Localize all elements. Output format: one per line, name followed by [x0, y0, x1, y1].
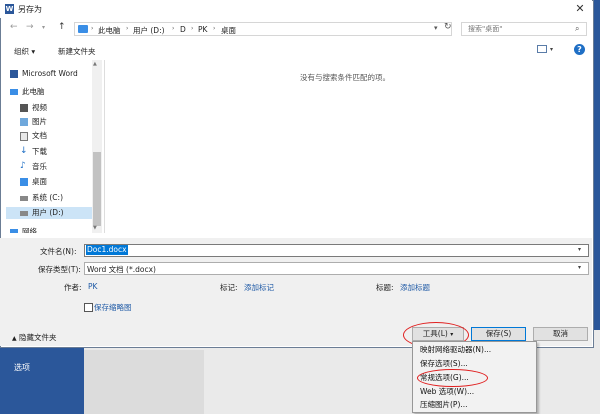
breadcrumb-item[interactable]: 此电脑 — [98, 25, 121, 36]
sidebar-item-drive-d[interactable]: 用户 (D:) — [6, 207, 92, 219]
filename-value[interactable]: Doc1.docx — [86, 245, 128, 255]
download-icon: ↓ — [20, 146, 28, 156]
breadcrumb-item[interactable]: PK — [198, 25, 207, 34]
search-input[interactable]: 搜索"桌面" — [461, 22, 587, 36]
desktop-icon — [20, 178, 28, 186]
filename-input[interactable] — [84, 244, 589, 257]
title-bar — [0, 0, 592, 18]
sidebar-item-music[interactable]: ♪ 音乐 — [6, 161, 92, 173]
sidebar-item-pictures[interactable]: 图片 — [6, 116, 92, 128]
forward-icon[interactable]: → — [26, 22, 34, 32]
word-icon — [10, 70, 18, 78]
save-thumbnail-checkbox[interactable] — [84, 303, 93, 312]
menu-item-compress-pictures[interactable]: 压缩图片(P)... — [420, 399, 468, 411]
help-icon[interactable]: ? — [574, 44, 585, 55]
video-icon — [20, 104, 28, 112]
organize-button[interactable]: 组织 ▾ — [14, 46, 35, 57]
drive-icon — [20, 196, 28, 201]
file-type-value: Word 文档 (*.docx) — [87, 265, 156, 274]
recent-chevron-icon[interactable]: ▾ — [42, 24, 45, 31]
network-icon — [10, 229, 18, 233]
sidebar-item-network[interactable]: 网络 — [6, 226, 92, 233]
address-dropdown-icon[interactable]: ▾ — [434, 24, 438, 32]
computer-icon — [78, 25, 88, 33]
title-label: 标题: — [376, 283, 394, 292]
address-bar[interactable] — [74, 22, 452, 36]
computer-icon — [10, 89, 18, 95]
highlight-circle — [417, 369, 488, 387]
empty-message: 没有与搜索条件匹配的项。 — [300, 73, 390, 82]
view-dropdown-icon[interactable]: ▾ — [550, 46, 553, 53]
sidebar-item-downloads[interactable]: ↓ 下载 — [6, 146, 92, 158]
author-value[interactable]: PK — [88, 282, 97, 291]
up-icon[interactable]: ↑ — [58, 22, 66, 32]
author-label: 作者: — [64, 283, 82, 292]
breadcrumb-item[interactable]: 桌面 — [221, 25, 236, 36]
breadcrumb-separator: › — [91, 25, 94, 32]
breadcrumb-separator: › — [126, 25, 129, 32]
music-icon: ♪ — [20, 161, 26, 171]
scroll-up-icon[interactable]: ▲ — [93, 61, 97, 67]
dialog-title: 另存为 — [18, 5, 42, 14]
add-tags-link[interactable]: 添加标记 — [244, 282, 274, 293]
backstage-panel — [84, 350, 204, 414]
breadcrumb-separator: › — [191, 25, 194, 32]
save-button[interactable]: 保存(S) — [471, 327, 526, 341]
breadcrumb-item[interactable]: D — [180, 25, 186, 34]
back-icon[interactable]: ← — [10, 22, 18, 32]
type-label: 保存类型(T): — [38, 265, 81, 274]
cancel-button[interactable]: 取消 — [533, 327, 588, 341]
picture-icon — [20, 118, 28, 126]
menu-item-save-options[interactable]: 保存选项(S)... — [420, 358, 468, 370]
filename-label: 文件名(N): — [40, 247, 77, 256]
hide-folders-label: 隐藏文件夹 — [19, 333, 57, 342]
sidebar-item-documents[interactable]: 文档 — [6, 130, 92, 142]
document-icon — [20, 132, 28, 141]
breadcrumb-item[interactable]: 用户 (D:) — [133, 25, 165, 36]
tags-label: 标记: — [220, 283, 238, 292]
menu-item-web-options[interactable]: Web 选项(W)... — [420, 386, 474, 398]
view-options-icon[interactable] — [537, 45, 547, 53]
sidebar-item-desktop[interactable]: 桌面 — [6, 176, 92, 188]
drive-icon — [20, 211, 28, 216]
filename-dropdown-icon[interactable]: ▾ — [578, 246, 581, 253]
search-icon[interactable]: ⌕ — [575, 24, 579, 34]
close-icon[interactable]: ✕ — [570, 1, 590, 17]
menu-item-map-network-drive[interactable]: 映射网络驱动器(N)... — [420, 344, 491, 356]
navigation-pane: Microsoft Word 此电脑 视频 图片 文档 ↓ 下载 ♪ 音乐 桌面… — [6, 60, 105, 233]
backstage-options[interactable]: 选项 — [14, 362, 30, 373]
sidebar-item-this-pc[interactable]: 此电脑 — [6, 86, 92, 98]
chevron-up-icon: ▲ — [12, 335, 17, 342]
breadcrumb-separator: › — [172, 25, 175, 32]
breadcrumb-separator: › — [213, 25, 216, 32]
save-thumbnail-label[interactable]: 保存缩略图 — [94, 302, 132, 313]
sidebar-item-drive-c[interactable]: 系统 (C:) — [6, 192, 92, 204]
hide-folders-toggle[interactable]: ▲ 隐藏文件夹 — [12, 332, 57, 343]
sidebar-item-word[interactable]: Microsoft Word — [6, 68, 92, 80]
sidebar-item-videos[interactable]: 视频 — [6, 102, 92, 114]
refresh-icon[interactable]: ↻ — [444, 22, 452, 32]
file-type-dropdown-icon[interactable]: ▾ — [578, 264, 581, 271]
new-folder-button[interactable]: 新建文件夹 — [58, 46, 96, 57]
file-type-select[interactable] — [84, 262, 589, 275]
add-title-link[interactable]: 添加标题 — [400, 282, 430, 293]
scroll-down-icon[interactable]: ▼ — [93, 225, 97, 231]
scrollbar-thumb[interactable] — [93, 152, 101, 226]
word-icon: W — [5, 4, 14, 14]
